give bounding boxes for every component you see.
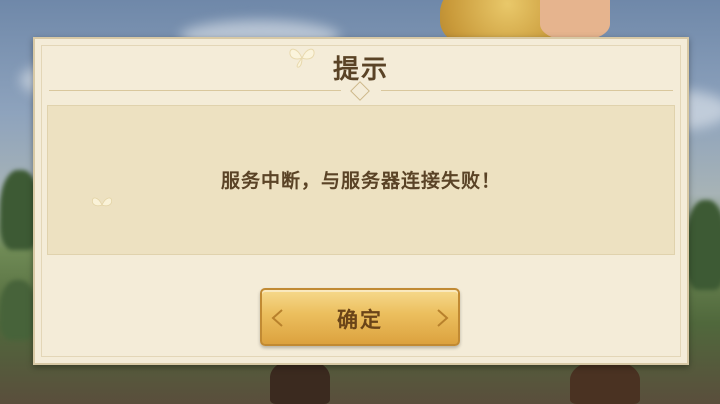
title-divider-right	[381, 90, 673, 91]
chevron-right-icon	[437, 309, 449, 327]
game-screen: 提示 服务中断，与服务器连接失败！ 确定	[0, 0, 720, 404]
butterfly-icon	[91, 197, 113, 207]
background-bush	[0, 280, 36, 340]
confirm-button-label: 确定	[337, 308, 383, 332]
error-message: 服务中断，与服务器连接失败！	[220, 170, 501, 192]
background-tree	[686, 200, 720, 290]
character-boot	[570, 360, 640, 404]
character-boot	[270, 360, 330, 404]
butterfly-icon	[289, 48, 315, 68]
confirm-button[interactable]: 确定	[260, 288, 460, 346]
alert-dialog: 提示 服务中断，与服务器连接失败！ 确定	[33, 37, 689, 365]
character-face	[540, 0, 610, 40]
dialog-title: 提示	[332, 55, 389, 85]
message-panel: 服务中断，与服务器连接失败！	[47, 105, 675, 255]
title-divider-left	[49, 90, 341, 91]
